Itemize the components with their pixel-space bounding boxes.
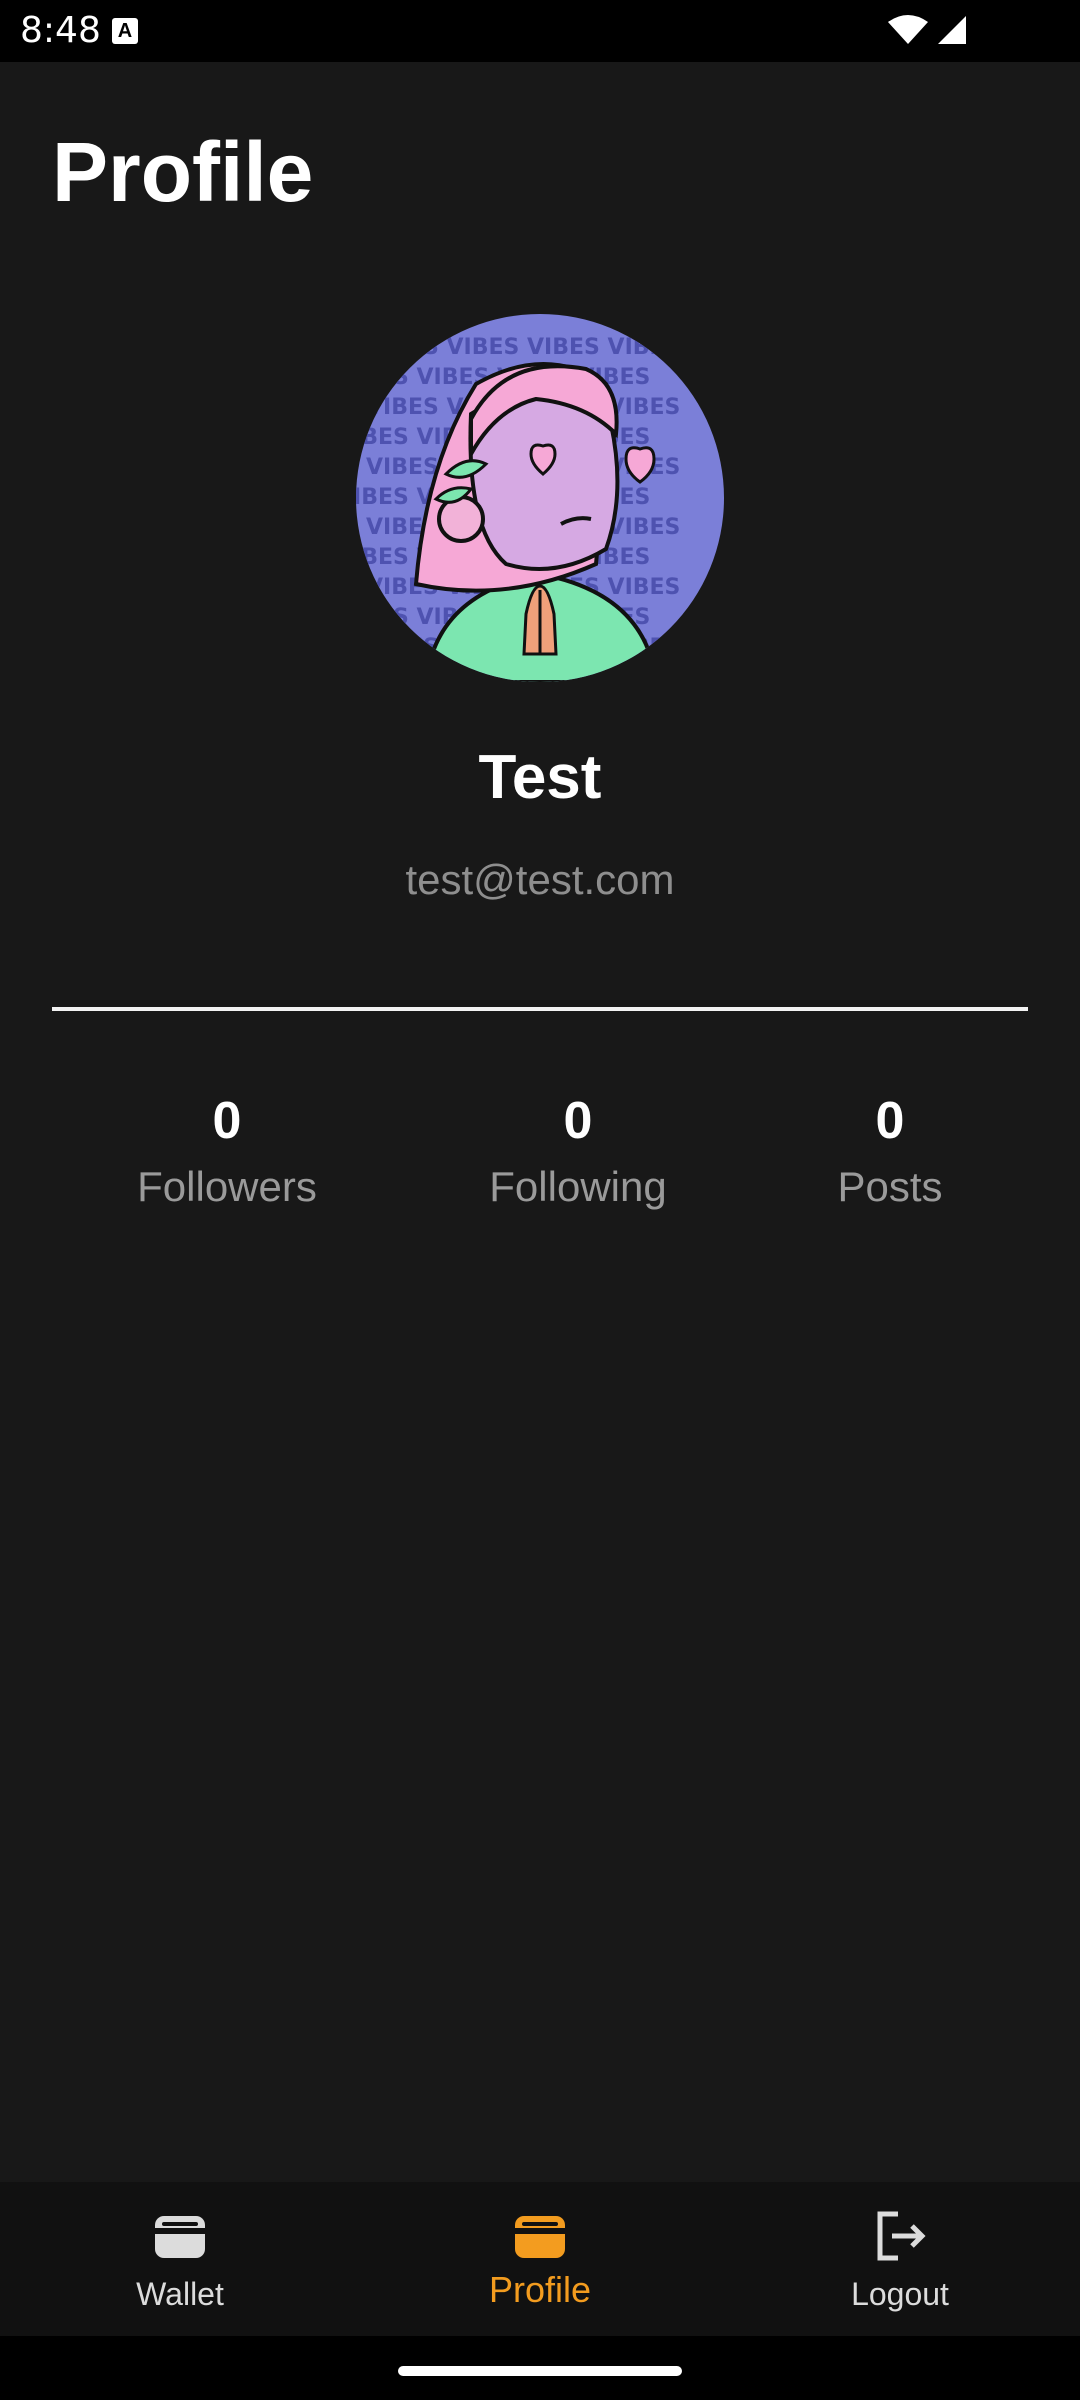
divider xyxy=(52,1007,1028,1011)
nav-label-wallet: Wallet xyxy=(136,2276,224,2312)
stat-followers[interactable]: 0 Followers xyxy=(77,1088,377,1212)
svg-text:VIBES VIBES VIBES VIBES: VIBES VIBES VIBES VIBES xyxy=(366,335,680,360)
bottom-nav: Wallet Profile Logout xyxy=(0,2182,1080,2336)
wifi-icon xyxy=(888,15,928,44)
nav-label-profile: Profile xyxy=(488,2269,592,2310)
logout-icon xyxy=(877,2211,926,2261)
page-title: Profile xyxy=(52,125,314,219)
nav-label-logout: Logout xyxy=(851,2276,949,2312)
avatar: VIBES VIBES VIBES VIBES VIBES VIBES VIBE… xyxy=(356,314,724,682)
signal-icon xyxy=(938,16,966,44)
status-bar: 8:48 A xyxy=(0,0,1080,62)
status-time: 8:48 xyxy=(20,10,101,51)
followers-count: 0 xyxy=(212,1092,242,1150)
posts-label: Posts xyxy=(837,1163,943,1210)
stat-following[interactable]: 0 Following xyxy=(428,1088,728,1212)
nav-item-logout[interactable]: Logout xyxy=(720,2182,1080,2336)
stat-posts[interactable]: 0 Posts xyxy=(740,1088,1040,1212)
following-label: Following xyxy=(489,1163,667,1210)
nav-item-profile[interactable]: Profile xyxy=(360,2182,720,2336)
wallet-icon xyxy=(155,2216,205,2258)
posts-count: 0 xyxy=(875,1092,905,1150)
home-gesture-handle[interactable] xyxy=(398,2366,682,2376)
a-letter-icon: A xyxy=(112,18,138,44)
gesture-bar xyxy=(0,2336,1080,2400)
nav-item-wallet[interactable]: Wallet xyxy=(0,2182,360,2336)
followers-label: Followers xyxy=(137,1163,317,1210)
wallet-icon xyxy=(515,2216,565,2258)
following-count: 0 xyxy=(563,1092,593,1150)
user-name: Test xyxy=(478,743,602,812)
user-email: test@test.com xyxy=(405,856,675,903)
